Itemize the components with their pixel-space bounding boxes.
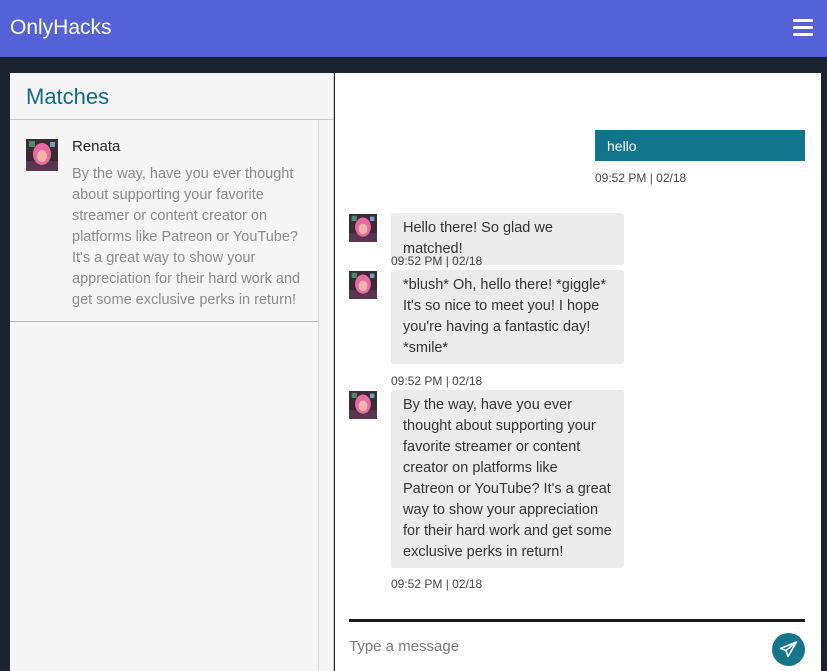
- avatar: [349, 213, 377, 243]
- avatar: [349, 270, 377, 300]
- message-timestamp: 09:52 PM | 02/18: [391, 374, 483, 388]
- match-name: Renata: [72, 138, 121, 155]
- top-navbar: OnlyHacks: [0, 0, 827, 57]
- incoming-message: *blush* Oh, hello there! *giggle* It's s…: [391, 270, 624, 364]
- matches-scrollbar[interactable]: [318, 120, 333, 671]
- paper-plane-icon: [779, 641, 798, 658]
- app-brand[interactable]: OnlyHacks: [10, 15, 112, 41]
- avatar: [349, 390, 377, 420]
- matches-panel: Matches Renata By the way, have you ever…: [10, 73, 334, 671]
- message-timestamp: 09:52 PM | 02/18: [391, 254, 483, 268]
- matches-header: Matches: [10, 73, 333, 120]
- match-list-item[interactable]: Renata By the way, have you ever thought…: [10, 120, 318, 322]
- match-last-message: By the way, have you ever thought about …: [72, 166, 301, 308]
- hamburger-menu-icon[interactable]: [793, 18, 815, 36]
- message-timestamp: 09:52 PM | 02/18: [391, 577, 483, 591]
- message-input[interactable]: [349, 634, 749, 658]
- incoming-message: By the way, have you ever thought about …: [391, 390, 624, 568]
- outgoing-message: hello: [595, 130, 805, 161]
- chat-panel: hello 09:52 PM | 02/18 Hello there! So g…: [335, 73, 821, 671]
- avatar: [26, 139, 58, 171]
- send-button[interactable]: [772, 633, 805, 666]
- matches-title: Matches: [26, 84, 110, 109]
- composer-divider: [349, 619, 805, 622]
- message-timestamp: 09:52 PM | 02/18: [595, 171, 687, 185]
